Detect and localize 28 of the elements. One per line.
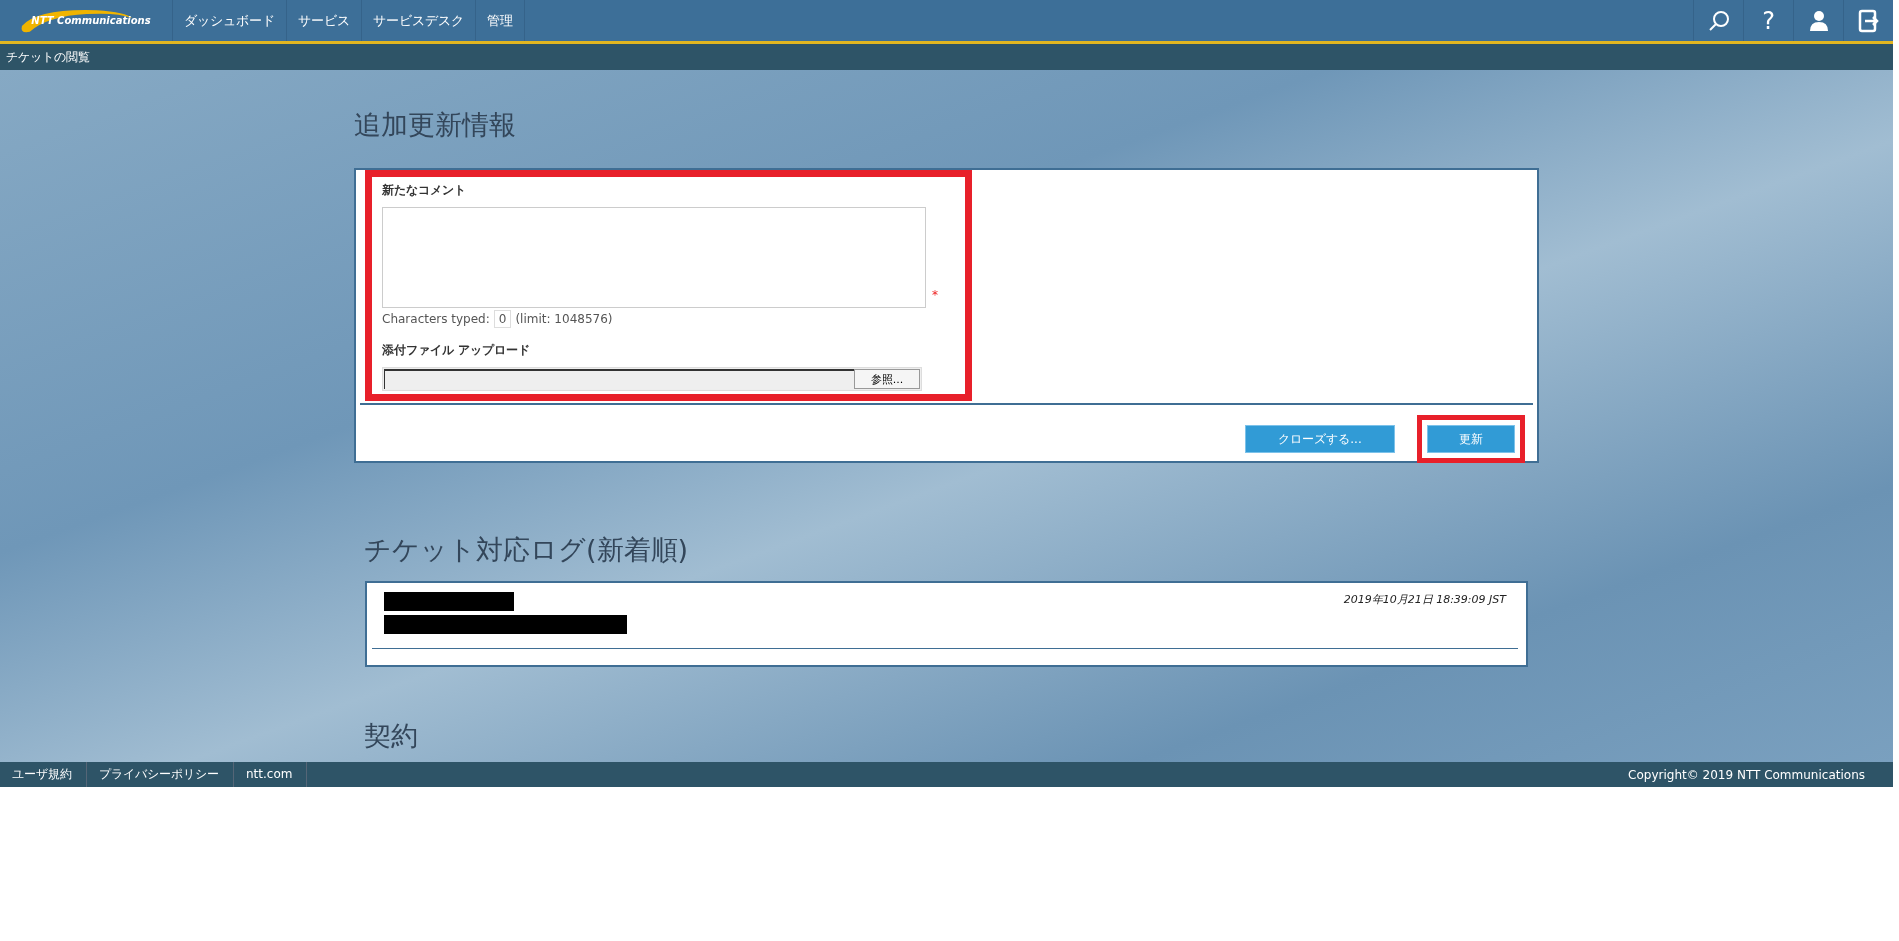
page-title: チケットの閲覧: [6, 48, 90, 66]
action-button[interactable]: クローズする...: [1245, 425, 1395, 453]
required-mark: *: [932, 288, 938, 302]
counter-limit: (limit: 1048576): [515, 312, 613, 326]
nav-tab[interactable]: ダッシュボード: [173, 0, 287, 41]
section-title: 追加更新情報: [354, 108, 517, 142]
counter-value: 0: [493, 310, 512, 328]
logout-icon[interactable]: [1857, 8, 1880, 33]
field-label: 新たなコメント: [382, 182, 467, 199]
section-title: チケット対応ログ(新着順): [364, 533, 690, 567]
nav-tab[interactable]: 管理: [476, 0, 525, 41]
logo[interactable]: NTT Communications: [0, 0, 173, 41]
footer-link[interactable]: ntt.com: [234, 762, 308, 787]
nav-tab[interactable]: サービスデスク: [362, 0, 476, 41]
user-icon[interactable]: [1808, 8, 1829, 33]
action-button[interactable]: 更新: [1427, 425, 1515, 453]
field-label: 添付ファイル アップロード: [382, 342, 532, 359]
counter-label: Characters typed:: [382, 312, 490, 326]
copyright: Copyright© 2019 NTT Communications: [1628, 767, 1865, 782]
footer-link[interactable]: プライバシーポリシー: [87, 762, 234, 787]
timestamp: 2019年10月21日 18:39:09 JST: [1343, 592, 1506, 608]
file-field[interactable]: [384, 369, 854, 389]
help-button[interactable]: ?: [1762, 8, 1775, 33]
nav-tab[interactable]: サービス: [287, 0, 362, 41]
section-title: 契約: [364, 719, 419, 753]
browse-button[interactable]: 参照...: [854, 369, 920, 389]
footer-link[interactable]: ユーザ規約: [0, 762, 87, 787]
comment-field[interactable]: [382, 207, 926, 308]
